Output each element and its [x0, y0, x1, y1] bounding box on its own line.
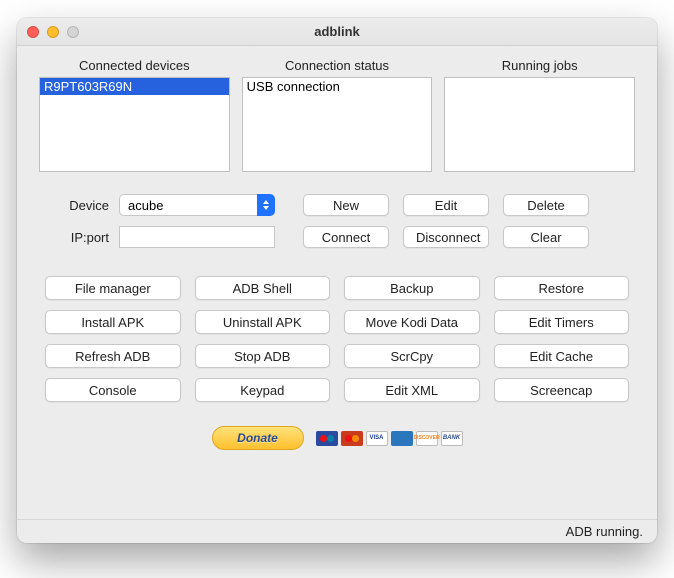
amex-card-icon	[391, 431, 413, 446]
bank-card-icon: BANK	[441, 431, 463, 446]
connection-status-label: Connection status	[242, 58, 433, 73]
list-item: USB connection	[243, 78, 432, 95]
edit-button[interactable]: Edit	[403, 194, 489, 216]
ipport-label: IP:port	[49, 230, 109, 245]
stop-adb-button[interactable]: Stop ADB	[195, 344, 331, 368]
panels-row: Connected devices R9PT603R69N Connection…	[39, 58, 635, 172]
clear-button[interactable]: Clear	[503, 226, 589, 248]
discover-card-icon: DISCOVER	[416, 431, 438, 446]
refresh-adb-button[interactable]: Refresh ADB	[45, 344, 181, 368]
restore-button[interactable]: Restore	[494, 276, 630, 300]
window-title: adblink	[17, 24, 657, 39]
connect-button[interactable]: Connect	[303, 226, 389, 248]
disconnect-button[interactable]: Disconnect	[403, 226, 489, 248]
maestro-card-icon	[316, 431, 338, 446]
zoom-icon[interactable]	[67, 26, 79, 38]
connected-devices-list[interactable]: R9PT603R69N	[39, 77, 230, 172]
window-controls	[27, 26, 79, 38]
device-row-buttons: New Edit Delete	[303, 194, 589, 216]
ipport-row: IP:port Connect Disconnect Clear	[49, 226, 625, 248]
minimize-icon[interactable]	[47, 26, 59, 38]
console-button[interactable]: Console	[45, 378, 181, 402]
app-window: adblink Connected devices R9PT603R69N Co…	[17, 18, 657, 543]
device-form: Device acube New Edit Delete IP:port C	[49, 194, 625, 258]
running-jobs-list[interactable]	[444, 77, 635, 172]
connected-devices-label: Connected devices	[39, 58, 230, 73]
status-text: ADB running.	[566, 524, 643, 539]
donate-button[interactable]: Donate	[212, 426, 304, 450]
device-row: Device acube New Edit Delete	[49, 194, 625, 216]
payment-cards: VISA DISCOVER BANK	[316, 431, 463, 446]
list-item[interactable]: R9PT603R69N	[40, 78, 229, 95]
file-manager-button[interactable]: File manager	[45, 276, 181, 300]
scrcpy-button[interactable]: ScrCpy	[344, 344, 480, 368]
running-jobs-panel: Running jobs	[444, 58, 635, 172]
mastercard-icon	[341, 431, 363, 446]
backup-button[interactable]: Backup	[344, 276, 480, 300]
device-label: Device	[49, 198, 109, 213]
running-jobs-label: Running jobs	[444, 58, 635, 73]
close-icon[interactable]	[27, 26, 39, 38]
statusbar: ADB running.	[17, 519, 657, 543]
edit-timers-button[interactable]: Edit Timers	[494, 310, 630, 334]
titlebar: adblink	[17, 18, 657, 46]
install-apk-button[interactable]: Install APK	[45, 310, 181, 334]
device-select-wrap: acube	[119, 194, 275, 216]
screencap-button[interactable]: Screencap	[494, 378, 630, 402]
move-kodi-button[interactable]: Move Kodi Data	[344, 310, 480, 334]
connection-status-panel: Connection status USB connection	[242, 58, 433, 172]
ipport-input[interactable]	[119, 226, 275, 248]
keypad-button[interactable]: Keypad	[195, 378, 331, 402]
ipport-row-buttons: Connect Disconnect Clear	[303, 226, 589, 248]
uninstall-apk-button[interactable]: Uninstall APK	[195, 310, 331, 334]
content-area: Connected devices R9PT603R69N Connection…	[17, 46, 657, 519]
connection-status-list[interactable]: USB connection	[242, 77, 433, 172]
tool-grid: File manager ADB Shell Backup Restore In…	[45, 276, 629, 402]
edit-cache-button[interactable]: Edit Cache	[494, 344, 630, 368]
edit-xml-button[interactable]: Edit XML	[344, 378, 480, 402]
new-button[interactable]: New	[303, 194, 389, 216]
device-select[interactable]: acube	[119, 194, 275, 216]
adb-shell-button[interactable]: ADB Shell	[195, 276, 331, 300]
connected-devices-panel: Connected devices R9PT603R69N	[39, 58, 230, 172]
donate-row: Donate VISA DISCOVER BANK	[39, 426, 635, 450]
visa-card-icon: VISA	[366, 431, 388, 446]
delete-button[interactable]: Delete	[503, 194, 589, 216]
